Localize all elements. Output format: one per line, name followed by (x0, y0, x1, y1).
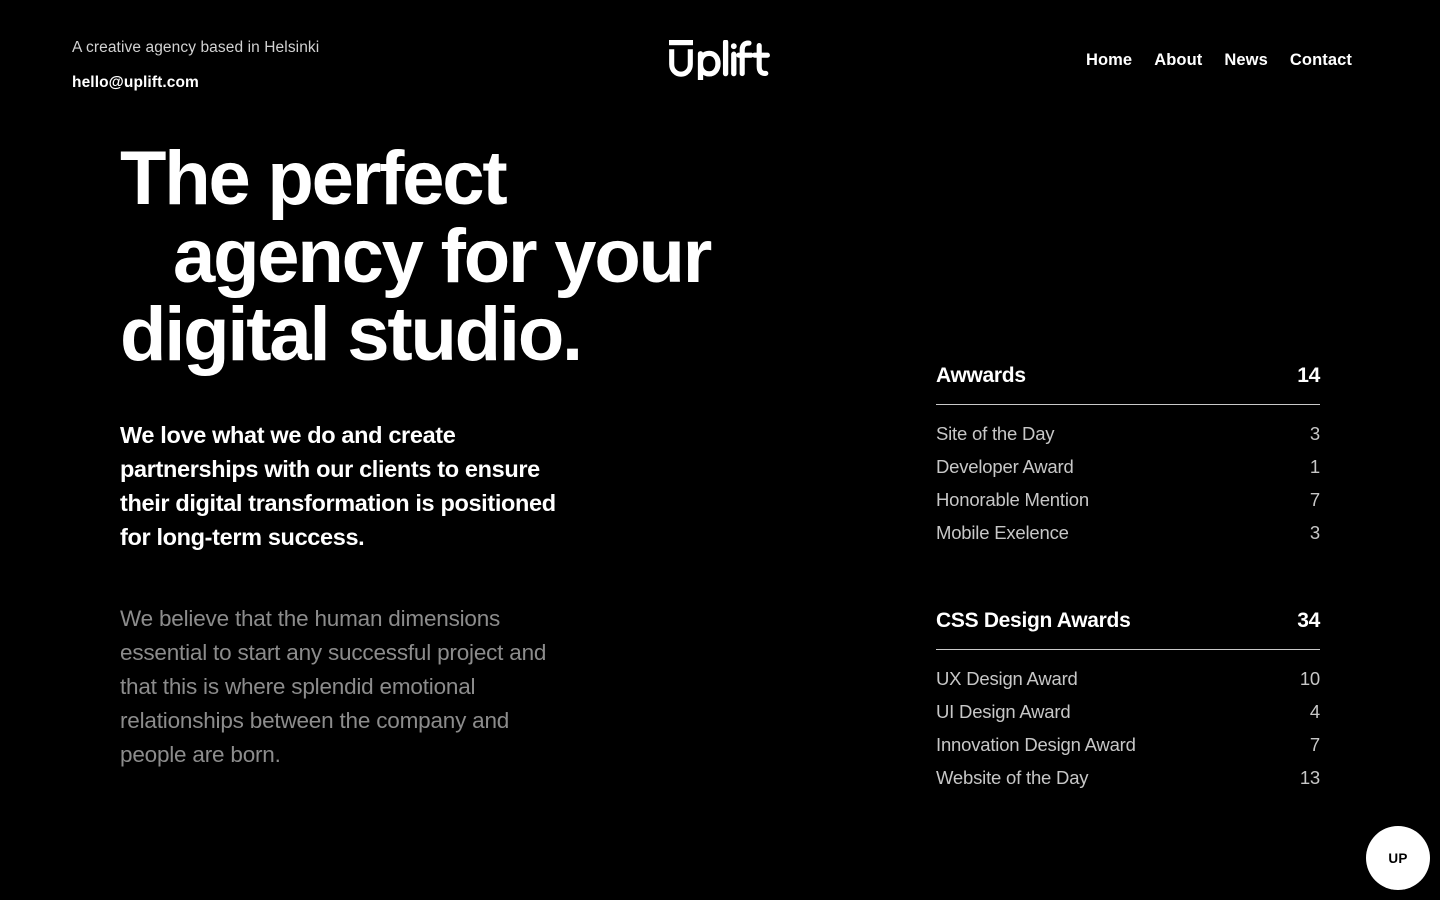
table-row: UI Design Award 4 (936, 695, 1320, 728)
headline-line-3: digital studio. (120, 292, 583, 377)
headline-line-2: agency for your (173, 214, 712, 299)
award-group-title: Awwards (936, 364, 1026, 387)
award-value: 10 (1299, 668, 1320, 689)
award-group-title: CSS Design Awards (936, 609, 1131, 632)
headline-line-1: The perfect (120, 136, 508, 221)
award-group-divider (936, 404, 1320, 405)
nav-link-news[interactable]: News (1224, 51, 1268, 70)
award-name: Honorable Mention (936, 489, 1089, 510)
table-row: Site of the Day 3 (936, 417, 1320, 450)
hero-section: The perfect agency for your digital stud… (120, 140, 840, 772)
award-name: Website of the Day (936, 767, 1089, 788)
uplift-wordmark-icon (669, 40, 770, 80)
award-group-awwards: Awwards 14 Site of the Day 3 Developer A… (936, 364, 1320, 549)
table-row: UX Design Award 10 (936, 662, 1320, 695)
hero-sub-paragraph: We believe that the human dimensions ess… (120, 606, 547, 767)
award-group-css-design-awards: CSS Design Awards 34 UX Design Award 10 … (936, 609, 1320, 794)
nav-link-about[interactable]: About (1154, 51, 1202, 70)
award-name: UI Design Award (936, 701, 1071, 722)
award-value: 1 (1309, 456, 1320, 477)
table-row: Mobile Exelence 3 (936, 516, 1320, 549)
award-name: Developer Award (936, 456, 1074, 477)
site-header: A creative agency based in Helsinki hell… (0, 0, 1440, 120)
award-group-count: 34 (1297, 609, 1320, 632)
table-row: Innovation Design Award 7 (936, 728, 1320, 761)
nav-link-home[interactable]: Home (1086, 51, 1132, 70)
brand-info: A creative agency based in Helsinki hell… (72, 38, 319, 93)
award-value: 3 (1309, 522, 1320, 543)
award-name: Site of the Day (936, 423, 1055, 444)
award-value: 13 (1299, 767, 1320, 788)
award-value: 7 (1309, 489, 1320, 510)
award-group-divider (936, 649, 1320, 650)
award-name: UX Design Award (936, 668, 1078, 689)
awards-panel: Awwards 14 Site of the Day 3 Developer A… (936, 364, 1320, 794)
award-group-header: Awwards 14 (936, 364, 1320, 404)
award-group-count: 14 (1297, 364, 1320, 387)
nav-link-contact[interactable]: Contact (1290, 51, 1352, 70)
agency-tagline: A creative agency based in Helsinki (72, 39, 320, 56)
table-row: Developer Award 1 (936, 450, 1320, 483)
award-name: Innovation Design Award (936, 734, 1136, 755)
hero-lede-paragraph: We love what we do and create partnershi… (120, 422, 556, 550)
award-name: Mobile Exelence (936, 522, 1069, 543)
contact-email-link[interactable]: hello@uplift.com (72, 73, 199, 93)
hero-headline: The perfect agency for your digital stud… (120, 140, 840, 374)
award-group-header: CSS Design Awards 34 (936, 609, 1320, 649)
award-value: 7 (1309, 734, 1320, 755)
scroll-to-top-button[interactable]: UP (1366, 826, 1430, 890)
primary-navigation: Home About News Contact (1086, 51, 1352, 70)
site-logo[interactable] (669, 40, 771, 86)
table-row: Honorable Mention 7 (936, 483, 1320, 516)
landing-page: A creative agency based in Helsinki hell… (0, 0, 1440, 900)
award-value: 4 (1309, 701, 1320, 722)
table-row: Website of the Day 13 (936, 761, 1320, 794)
award-value: 3 (1309, 423, 1320, 444)
